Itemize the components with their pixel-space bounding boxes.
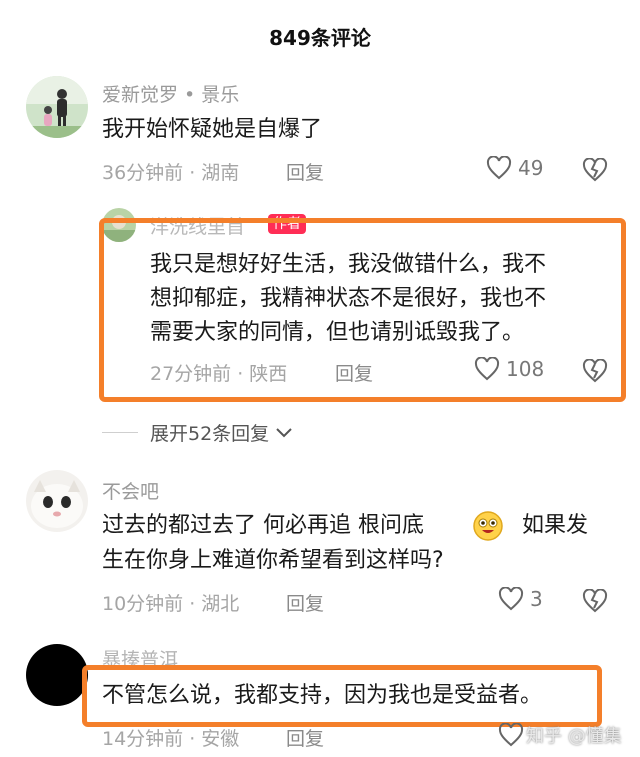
heart-icon (474, 357, 500, 381)
comment-text-line: 我只是想好好生活，我没做错什么，我不 (150, 252, 547, 277)
avatar[interactable] (26, 644, 88, 706)
expand-divider (102, 432, 138, 433)
avatar[interactable] (26, 470, 88, 532)
like-count: 108 (506, 357, 545, 381)
comment-text-line: 如果发 (522, 513, 589, 538)
expand-replies-label: 展开52条回复 (150, 423, 270, 445)
like-button[interactable]: 108 (474, 357, 544, 381)
heart-icon (486, 156, 512, 180)
comment-text-line: 生在你身上难道你希望看到这样吗? (102, 548, 444, 573)
comment-time-location: 27分钟前 · 陕西 (150, 363, 288, 385)
dislike-icon[interactable] (582, 359, 608, 383)
chevron-down-icon (275, 427, 293, 439)
comment-time-location: 36分钟前 · 湖南 (102, 162, 240, 184)
comment-time-location: 10分钟前 · 湖北 (102, 593, 240, 615)
watermark: 知乎 @懂集 (526, 726, 622, 747)
reply-button[interactable]: 回复 (286, 724, 324, 751)
like-count: 3 (530, 587, 543, 611)
comment-text-line: 想抑郁症，我精神状态不是很好，我也不 (150, 286, 547, 311)
comment-text-line: 过去的都过去了 何必再追 根问底 (102, 513, 424, 538)
comment-username[interactable]: 不会吧 (102, 477, 159, 504)
comment-text-line: 需要大家的同情，但也请别诋毁我了。 (150, 320, 525, 345)
dislike-icon[interactable] (582, 589, 608, 613)
like-button[interactable]: 3 (498, 587, 543, 611)
heart-icon (498, 587, 524, 611)
avatar[interactable] (26, 76, 88, 138)
reply-button[interactable]: 回复 (286, 589, 324, 616)
dislike-icon[interactable] (582, 158, 608, 182)
like-button[interactable]: 49 (486, 156, 543, 180)
comment-time-location: 14分钟前 · 安徽 (102, 728, 240, 750)
comments-count-title: 849条评论 (269, 26, 371, 50)
like-count: 49 (518, 156, 544, 180)
reply-button[interactable]: 回复 (335, 359, 373, 386)
expand-replies-button[interactable]: 展开52条回复 (150, 419, 293, 446)
comment-text: 不管怎么说，我都支持，因为我也是受益者。 (102, 683, 543, 708)
reply-button[interactable]: 回复 (286, 158, 324, 185)
heart-icon[interactable] (498, 723, 524, 747)
grin-emoji-icon (472, 510, 504, 542)
comment-username[interactable]: 爱新觉罗 • 景乐 (102, 80, 239, 107)
comment-text: 我开始怀疑她是自爆了 (102, 117, 323, 142)
